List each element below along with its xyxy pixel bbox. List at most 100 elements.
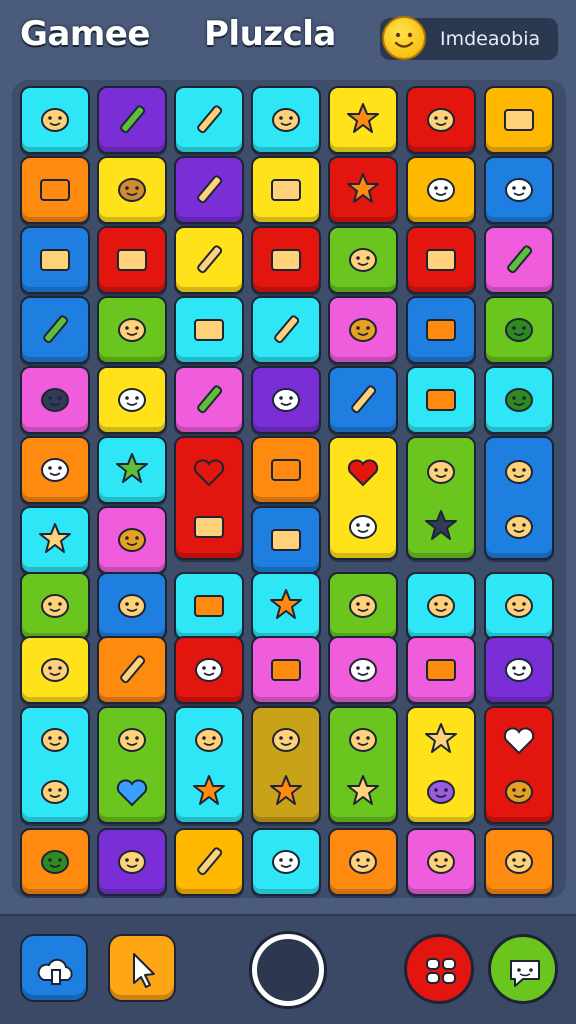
card-icon [266,650,306,690]
tile-car[interactable] [406,828,476,896]
heart-white-icon [499,720,539,760]
circle-button-icon[interactable] [252,934,324,1006]
tile-radio[interactable] [20,226,90,294]
tile-crayon[interactable] [251,296,321,364]
tile-flame-leaf[interactable] [484,366,554,434]
cursor-button[interactable] [108,934,176,1002]
tile-green-pen[interactable] [20,296,90,364]
pen-paper-icon [189,380,229,420]
tile-coin-face[interactable] [251,706,321,824]
tile-cat-face[interactable] [328,296,398,364]
tile-gear-sun[interactable] [328,156,398,224]
profile-badge[interactable]: Imdeaobia [380,16,558,60]
tile-radish[interactable] [20,636,90,704]
tile-envelope[interactable] [251,506,321,574]
tile-cloud-blob[interactable] [20,436,90,504]
tile-chili[interactable] [328,572,398,640]
tile-gear-green[interactable] [97,436,167,504]
tile-window[interactable] [174,572,244,640]
tile-knife[interactable] [174,828,244,896]
tile-monitor[interactable] [251,436,321,504]
gamepad-button[interactable] [404,934,474,1004]
tile-lion-face[interactable] [97,828,167,896]
tile-leaf[interactable] [20,828,90,896]
tile-bread-face[interactable] [328,828,398,896]
tile-screen[interactable] [406,366,476,434]
tile-cloud-smile[interactable] [328,636,398,704]
screen-icon [421,380,461,420]
tile-star-face[interactable] [406,706,476,824]
tile-bear-dark[interactable] [20,366,90,434]
tile-calendar[interactable] [484,86,554,154]
bread-face-icon [343,842,383,882]
tile-ghost-chat[interactable] [174,636,244,704]
tile-cookie[interactable] [97,572,167,640]
tile-tomato-face[interactable] [484,572,554,640]
smiley-face-icon [382,16,426,60]
treasure-icon [343,720,383,760]
cash-register-icon [266,240,306,280]
tile-speech-bubble[interactable] [251,366,321,434]
tile-pen-paper[interactable] [174,366,244,434]
tile-tiger-face[interactable] [484,436,554,560]
tile-keypad[interactable] [174,296,244,364]
tile-chat-bubble[interactable] [97,366,167,434]
tile-marker[interactable] [174,156,244,224]
tile-cloud-face[interactable] [406,156,476,224]
tile-bus[interactable] [406,436,476,560]
tile-planet[interactable] [484,828,554,896]
robot-icon [421,100,461,140]
tile-bear-face[interactable] [97,156,167,224]
gamepad-icon [426,958,456,984]
tile-leaf-bubble[interactable] [484,156,554,224]
tile-heart[interactable] [174,436,244,560]
chat-button[interactable] [488,934,558,1004]
tile-robot[interactable] [406,86,476,154]
box-icon [112,240,152,280]
tile-tablet[interactable] [406,296,476,364]
tile-cheese-bubble[interactable] [251,828,321,896]
tile-pencil[interactable] [484,226,554,294]
leaf-icon [35,842,75,882]
tile-rocket-leaf[interactable] [484,296,554,364]
tile-feather[interactable] [97,636,167,704]
tile-brush[interactable] [328,366,398,434]
tile-starfish[interactable] [20,506,90,574]
tile-blob-sun[interactable] [251,572,321,640]
cloud-upload-button[interactable] [20,934,88,1002]
tile-shield[interactable] [20,706,90,824]
tile-treasure[interactable] [328,706,398,824]
tile-fox-face[interactable] [251,86,321,154]
tile-sun-face[interactable] [328,86,398,154]
tile-cat-yellow[interactable] [97,506,167,574]
tile-bag[interactable] [174,706,244,824]
tile-paintbrush[interactable] [174,86,244,154]
bottom-toolbar [0,914,576,1024]
tile-bubble-face[interactable] [484,636,554,704]
tile-kitten[interactable] [97,706,167,824]
tile-heart-face[interactable] [328,436,398,560]
tile-drop-face[interactable] [97,296,167,364]
tile-capsule[interactable] [174,226,244,294]
tile-box[interactable] [97,226,167,294]
tile-cash-register[interactable] [251,226,321,294]
tile-laptop[interactable] [20,156,90,224]
tile-lemon[interactable] [406,572,476,640]
tile-heart-white[interactable] [484,706,554,824]
drop-face-icon [112,310,152,350]
heart-face-icon [343,452,383,492]
sun-small-icon [266,772,306,812]
speech-bubble-icon [266,380,306,420]
tile-pumpkin-face[interactable] [20,86,90,154]
tray-icon [189,507,229,547]
tomato-face-icon [499,586,539,626]
tile-trash-can[interactable] [20,572,90,640]
tile-tv[interactable] [406,636,476,704]
tile-car-front[interactable] [328,226,398,294]
tile-control-panel[interactable] [406,226,476,294]
car-icon [421,842,461,882]
tile-card[interactable] [251,636,321,704]
blob-sun-icon [266,586,306,626]
tile-printer[interactable] [251,156,321,224]
tile-pencil-crossed[interactable] [97,86,167,154]
